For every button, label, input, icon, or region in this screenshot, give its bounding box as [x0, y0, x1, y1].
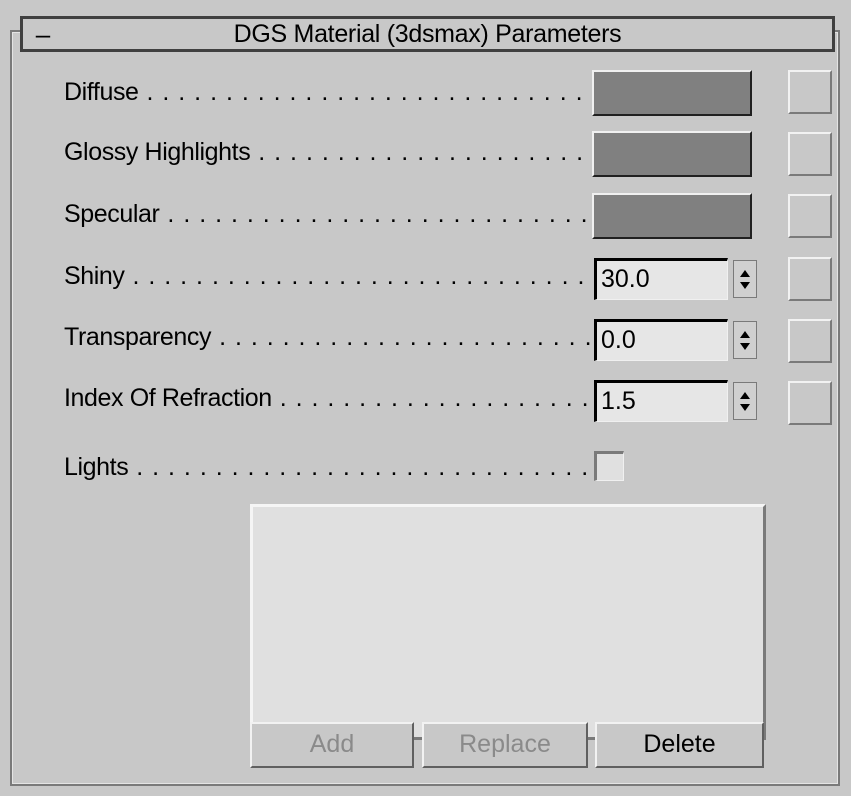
- diffuse-map-button[interactable]: [788, 70, 832, 114]
- collapse-icon[interactable]: –: [23, 21, 63, 47]
- diffuse-row: Diffuse: [64, 70, 592, 114]
- spinner-up-icon[interactable]: [740, 391, 750, 399]
- replace-button[interactable]: Replace: [422, 722, 588, 768]
- diffuse-label: Diffuse: [64, 78, 592, 107]
- add-button[interactable]: Add: [250, 722, 414, 768]
- shiny-label: Shiny: [64, 262, 592, 291]
- glossy-row: Glossy Highlights: [64, 130, 592, 174]
- transparency-spinner[interactable]: [733, 321, 757, 359]
- ior-input[interactable]: 1.5: [594, 380, 728, 422]
- rollout-header[interactable]: – DGS Material (3dsmax) Parameters: [20, 16, 835, 52]
- transparency-label: Transparency: [64, 323, 592, 352]
- glossy-label: Glossy Highlights: [64, 138, 592, 167]
- spinner-down-icon[interactable]: [740, 281, 750, 289]
- ior-row: Index Of Refraction: [64, 376, 592, 420]
- glossy-map-button[interactable]: [788, 132, 832, 176]
- lights-label: Lights: [64, 453, 592, 482]
- shiny-input[interactable]: 30.0: [594, 258, 728, 300]
- shiny-row: Shiny: [64, 254, 592, 298]
- lights-checkbox[interactable]: [594, 451, 624, 481]
- delete-button[interactable]: Delete: [595, 722, 764, 768]
- spinner-up-icon[interactable]: [740, 269, 750, 277]
- lights-listbox[interactable]: [250, 504, 766, 740]
- ior-spinner[interactable]: [733, 382, 757, 420]
- spinner-down-icon[interactable]: [740, 342, 750, 350]
- specular-map-button[interactable]: [788, 194, 832, 238]
- specular-row: Specular: [64, 192, 592, 236]
- specular-color-swatch[interactable]: [592, 193, 752, 239]
- lights-row: Lights: [64, 445, 592, 489]
- shiny-map-button[interactable]: [788, 257, 832, 301]
- shiny-spinner[interactable]: [733, 260, 757, 298]
- spinner-up-icon[interactable]: [740, 330, 750, 338]
- ior-map-button[interactable]: [788, 381, 832, 425]
- ior-label: Index Of Refraction: [64, 384, 592, 413]
- diffuse-color-swatch[interactable]: [592, 70, 752, 116]
- spinner-down-icon[interactable]: [740, 403, 750, 411]
- transparency-input[interactable]: 0.0: [594, 319, 728, 361]
- specular-label: Specular: [64, 200, 592, 229]
- transparency-map-button[interactable]: [788, 319, 832, 363]
- glossy-color-swatch[interactable]: [592, 131, 752, 177]
- rollout-title: DGS Material (3dsmax) Parameters: [233, 19, 622, 48]
- transparency-row: Transparency: [64, 315, 592, 359]
